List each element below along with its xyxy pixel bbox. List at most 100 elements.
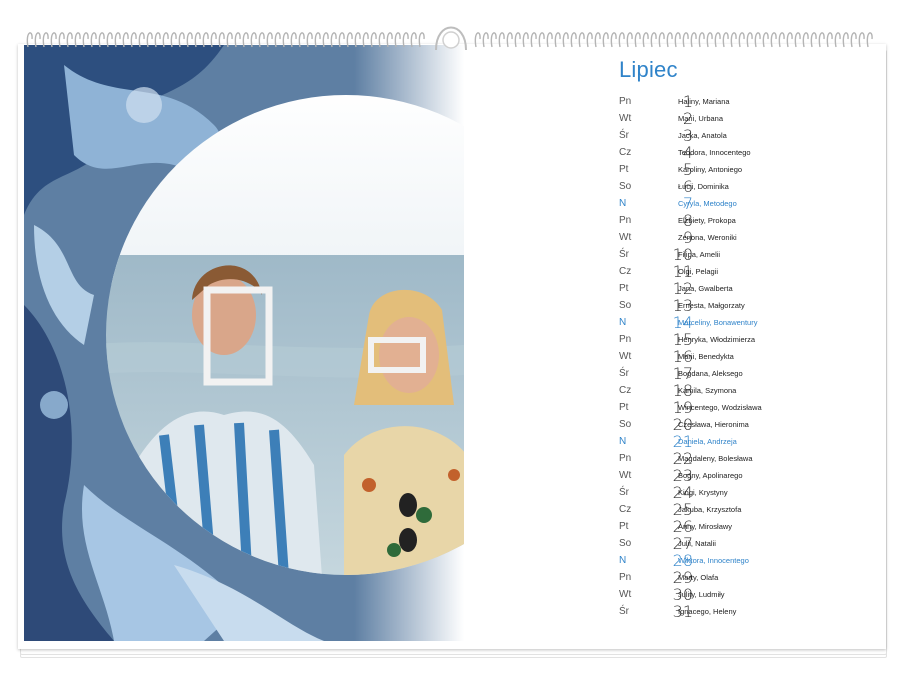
binding-coil [754,32,761,48]
name-day-text: Jacka, Anatola [678,131,727,140]
binding-coil [818,32,825,48]
weekday-label: Cz [619,385,632,396]
day-row: Pn 15 Henryka, Włodzimierza [619,330,879,349]
binding-coil [410,32,417,48]
day-row: Cz 18 Kamila, Szymona [619,381,879,400]
binding-coil [98,32,105,48]
day-row: Wt 9 Zenona, Weroniki [619,228,879,247]
name-day-text: Kingi, Krystyny [678,488,728,497]
weekday-label: Pn [619,453,632,464]
weekday-label: Cz [619,504,632,515]
binding-coil [242,32,249,48]
weekday-label: Śr [619,130,629,141]
weekday-label: So [619,419,632,430]
binding-coil [354,32,361,48]
binding-coil [858,32,865,48]
binding-coil [674,32,681,48]
weekday-label: Wt [619,232,632,243]
weekday-label: Pt [619,283,629,294]
day-row: Pn 1 Haliny, Mariana [619,92,879,111]
binding-coil [74,32,81,48]
weekday-label: Pn [619,215,632,226]
day-row: Śr 24 Kingi, Krystyny [619,483,879,502]
binding-coil [722,32,729,48]
binding-coil [154,32,161,48]
day-row: So 6 Łucji, Dominika [619,177,879,196]
binding-coil [90,32,97,48]
name-day-text: Julity, Ludmiły [678,590,725,599]
binding-coil [226,32,233,48]
name-day-text: Jana, Gwalberta [678,284,733,293]
day-row: So 27 Julii, Natalii [619,534,879,553]
binding-coil [146,32,153,48]
binding-coil [554,32,561,48]
binding-coil [314,32,321,48]
binding-coil [394,32,401,48]
binding-coil [362,32,369,48]
weekday-label: Pn [619,334,632,345]
binding-coil [34,32,41,48]
weekday-label: Cz [619,266,632,277]
name-day-text: Elżbiety, Prokopa [678,216,736,225]
name-day-text: Zenona, Weroniki [678,233,737,242]
binding-coil [610,32,617,48]
calendar-hanger [435,26,467,51]
name-day-text: Marii, Benedykta [678,352,734,361]
binding-coil [218,32,225,48]
binding-coil [210,32,217,48]
day-row: Wt 23 Bogny, Apolinarego [619,466,879,485]
binding-coil [26,32,33,48]
binding-coil [66,32,73,48]
weekday-label: Pn [619,96,632,107]
name-day-text: Marii, Urbana [678,114,724,123]
name-day-text: Łucji, Dominika [678,182,729,191]
binding-coil [570,32,577,48]
binding-coil [386,32,393,48]
binding-coil [234,32,241,48]
weekday-label: Pn [619,572,632,583]
day-row: So 13 Ernesta, Małgorzaty [619,296,879,315]
binding-coil [594,32,601,48]
day-row: So 20 Czesława, Hieronima [619,415,879,434]
binding-coil [274,32,281,48]
weekday-label: So [619,181,632,192]
binding-coil [810,32,817,48]
weekday-label: Pt [619,402,629,413]
name-day-text: Julii, Natalii [678,539,716,548]
binding-coil [770,32,777,48]
binding-coil [666,32,673,48]
day-row: Cz 11 Olgi, Pelagii [619,262,879,281]
day-row: N 21 Daniela, Andrzeja [619,432,879,451]
binding-coil [378,32,385,48]
binding-coil [402,32,409,48]
name-day-text: Wiktora, Innocentego [678,556,749,565]
binding-coil [634,32,641,48]
binding-coil [114,32,121,48]
binding-coil [562,32,569,48]
binding-coil [706,32,713,48]
name-day-text: Ernesta, Małgorzaty [678,301,745,310]
day-row: Śr 10 Filipa, Amelii [619,245,879,264]
binding-coil [866,32,873,48]
binding-coil [618,32,625,48]
weekday-label: N [619,198,627,209]
day-row: Pt 12 Jana, Gwalberta [619,279,879,298]
name-day-text: Teodora, Innocentego [678,148,751,157]
name-day-text: Marty, Olafa [678,573,719,582]
name-day-text: Filipa, Amelii [678,250,721,259]
binding-coil [658,32,665,48]
name-day-text: Karoliny, Antoniego [678,165,743,174]
day-row: N 14 Marceliny, Bonawentury [619,313,879,332]
binding-coil [130,32,137,48]
binding-coil [842,32,849,48]
binding-coil [682,32,689,48]
binding-coil [178,32,185,48]
binding-coil [106,32,113,48]
binding-coil [578,32,585,48]
day-row: Wt 2 Marii, Urbana [619,109,879,128]
binding-coil [738,32,745,48]
binding-coil [586,32,593,48]
name-day-text: Anny, Mirosławy [678,522,733,531]
binding-coil [850,32,857,48]
binding-coil [730,32,737,48]
